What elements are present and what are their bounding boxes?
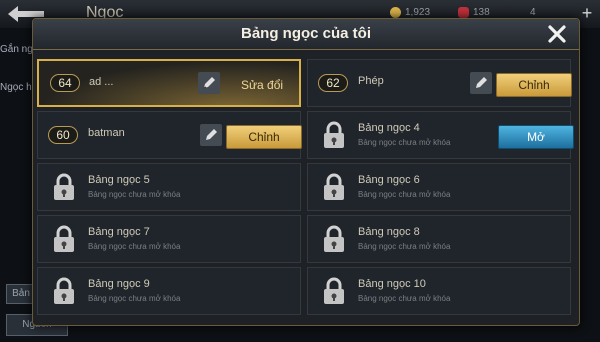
other-counter: 4 (530, 7, 536, 18)
other-value: 4 (530, 7, 536, 18)
background-left-label-2: Ngọc h (0, 82, 32, 93)
lock-icon (50, 276, 78, 308)
rune-page-slot-6[interactable]: Bảng ngọc 6 Bảng ngọc chưa mở khóa (307, 163, 571, 211)
slot-locked-note: Bảng ngọc chưa mở khóa (88, 294, 181, 303)
slot-locked-note: Bảng ngọc chưa mở khóa (358, 294, 451, 303)
slot-name: Bảng ngọc 9 (88, 278, 150, 290)
slot-locked-note: Bảng ngọc chưa mở khóa (358, 138, 451, 147)
rune-page-slot-2[interactable]: 62 Phép Chỉnh (307, 59, 572, 107)
rune-page-slot-3[interactable]: 60 batman Chỉnh (37, 111, 302, 159)
level-badge: 64 (50, 74, 80, 92)
close-icon (548, 25, 566, 43)
slot-name: batman (88, 127, 125, 139)
close-button[interactable] (545, 22, 569, 46)
slot-locked-note: Bảng ngọc chưa mở khóa (358, 242, 451, 251)
slot-name: ad ... (89, 76, 114, 88)
rune-page-dialog: Bảng ngọc của tôi 64 ad ... Sửa đổi 62 P… (32, 18, 580, 326)
lock-icon (320, 172, 348, 204)
rune-page-slot-7[interactable]: Bảng ngọc 7 Bảng ngọc chưa mở khóa (37, 215, 301, 263)
unlock-button[interactable]: Mở (498, 125, 574, 149)
dialog-header: Bảng ngọc của tôi (33, 19, 579, 50)
slot-name: Phép (358, 75, 384, 87)
rune-page-slot-10[interactable]: Bảng ngọc 10 Bảng ngọc chưa mở khóa (307, 267, 571, 315)
gem-counter: 138 (458, 7, 490, 18)
rename-pencil-icon[interactable] (470, 72, 492, 94)
adjust-button[interactable]: Chỉnh (226, 125, 302, 149)
edit-button[interactable]: Sửa đổi (225, 74, 299, 96)
slot-locked-note: Bảng ngọc chưa mở khóa (88, 242, 181, 251)
rune-page-slot-9[interactable]: Bảng ngọc 9 Bảng ngọc chưa mở khóa (37, 267, 301, 315)
rename-pencil-icon[interactable] (198, 72, 220, 94)
slot-locked-note: Bảng ngọc chưa mở khóa (88, 190, 181, 199)
add-currency-button[interactable]: + (578, 4, 596, 22)
slot-name: Bảng ngọc 10 (358, 278, 426, 290)
rune-page-slot-8[interactable]: Bảng ngọc 8 Bảng ngọc chưa mở khóa (307, 215, 571, 263)
rune-page-slot-4[interactable]: Bảng ngọc 4 Bảng ngọc chưa mở khóa Mở (307, 111, 574, 159)
slot-name: Bảng ngọc 5 (88, 174, 150, 186)
rune-page-slot-5[interactable]: Bảng ngọc 5 Bảng ngọc chưa mở khóa (37, 163, 301, 211)
gold-coin-icon (390, 7, 401, 18)
adjust-button[interactable]: Chỉnh (496, 73, 572, 97)
gold-counter: 1,923 (390, 7, 430, 18)
slot-name: Bảng ngọc 4 (358, 122, 420, 134)
background-left-label-1: Gắn ng (0, 44, 33, 55)
gem-icon (458, 7, 469, 18)
level-badge: 60 (48, 126, 78, 144)
dialog-title: Bảng ngọc của tôi (240, 25, 371, 42)
lock-icon (320, 120, 348, 152)
lock-icon (50, 172, 78, 204)
lock-icon (50, 224, 78, 256)
slot-name: Bảng ngọc 8 (358, 226, 420, 238)
slot-locked-note: Bảng ngọc chưa mở khóa (358, 190, 451, 199)
level-badge: 62 (318, 74, 348, 92)
gem-value: 138 (473, 7, 490, 18)
lock-icon (320, 224, 348, 256)
slot-name: Bảng ngọc 6 (358, 174, 420, 186)
lock-icon (320, 276, 348, 308)
rename-pencil-icon[interactable] (200, 124, 222, 146)
gold-value: 1,923 (405, 7, 431, 18)
rune-page-slot-1[interactable]: 64 ad ... Sửa đổi (37, 59, 301, 107)
slot-name: Bảng ngọc 7 (88, 226, 150, 238)
